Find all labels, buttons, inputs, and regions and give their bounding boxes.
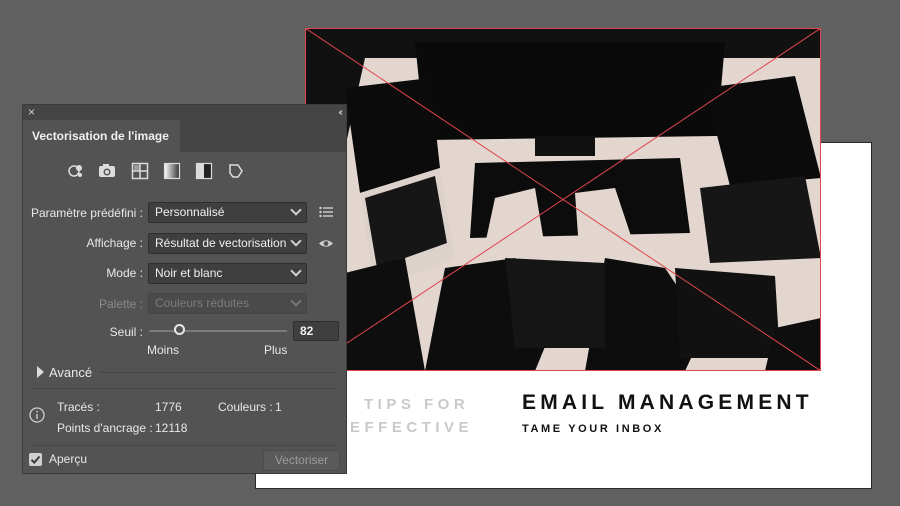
preset-select[interactable]: Personnalisé (148, 202, 307, 223)
mode-select[interactable]: Noir et blanc (148, 263, 307, 284)
palette-label: Palette : (98, 297, 143, 311)
preset-menu-icon[interactable] (319, 206, 333, 218)
section-divider (31, 388, 338, 389)
trace-button[interactable]: Vectoriser (263, 450, 340, 471)
colors-label: Couleurs : (218, 400, 273, 414)
low-color-icon[interactable] (131, 162, 149, 180)
auto-color-icon[interactable] (67, 162, 85, 180)
footer-divider (31, 445, 338, 446)
panel-titlebar[interactable]: × ‹‹ (23, 105, 346, 120)
tab-image-trace[interactable]: Vectorisation de l'image (23, 120, 180, 152)
advanced-toggle[interactable]: Avancé (49, 365, 92, 380)
grayscale-icon[interactable] (163, 162, 181, 180)
advanced-disclosure-icon[interactable] (37, 366, 44, 378)
faded-text-line1: TIPS FOR (364, 396, 470, 413)
chevron-down-icon (290, 295, 302, 307)
preview-label[interactable]: Aperçu (49, 452, 87, 466)
subheadline-text[interactable]: TAME YOUR INBOX (522, 423, 664, 435)
checkmark-icon (30, 455, 41, 464)
mode-value: Noir et blanc (155, 266, 223, 280)
advanced-divider (99, 372, 338, 373)
chevron-down-icon (290, 265, 302, 277)
black-white-icon[interactable] (195, 162, 213, 180)
threshold-value-field[interactable]: 82 (293, 321, 339, 341)
view-select[interactable]: Résultat de vectorisation (148, 233, 307, 254)
selection-bounding-box[interactable] (305, 28, 821, 371)
high-color-icon[interactable] (98, 163, 116, 179)
panel-tabbar: Vectorisation de l'image (23, 120, 346, 152)
chevron-down-icon (290, 235, 302, 247)
paths-value: 1776 (155, 400, 182, 414)
preset-value: Personnalisé (155, 205, 225, 219)
mode-label: Mode : (106, 266, 143, 280)
threshold-slider-thumb[interactable] (173, 324, 185, 335)
colors-value: 1 (275, 400, 282, 414)
headline-text[interactable]: EMAIL MANAGEMENT (522, 391, 813, 415)
eye-icon[interactable] (318, 238, 334, 249)
outline-icon[interactable] (227, 162, 245, 180)
threshold-slider-track[interactable] (149, 330, 287, 332)
palette-select: Couleurs réduites (148, 293, 307, 314)
info-icon (29, 407, 45, 423)
preview-checkbox[interactable] (29, 453, 42, 466)
view-value: Résultat de vectorisation (155, 236, 287, 250)
close-icon[interactable]: × (28, 105, 35, 120)
palette-value: Couleurs réduites (155, 296, 250, 310)
anchors-value: 12118 (155, 421, 188, 435)
collapse-icon[interactable]: ‹‹ (338, 105, 342, 120)
paths-label: Tracés : (57, 400, 100, 414)
threshold-min-label: Moins (147, 343, 180, 357)
anchors-label: Points d'ancrage : (57, 421, 153, 435)
threshold-label: Seuil : (109, 325, 143, 339)
threshold-max-label: Plus (264, 343, 288, 357)
chevron-down-icon (290, 204, 302, 216)
faded-text-line2: EFFECTIVE (350, 419, 474, 436)
view-label: Affichage : (86, 236, 143, 250)
preset-label: Paramètre prédéfini : (30, 206, 143, 220)
image-trace-panel: × ‹‹ Vectorisation de l'image Paramètre … (22, 104, 347, 474)
